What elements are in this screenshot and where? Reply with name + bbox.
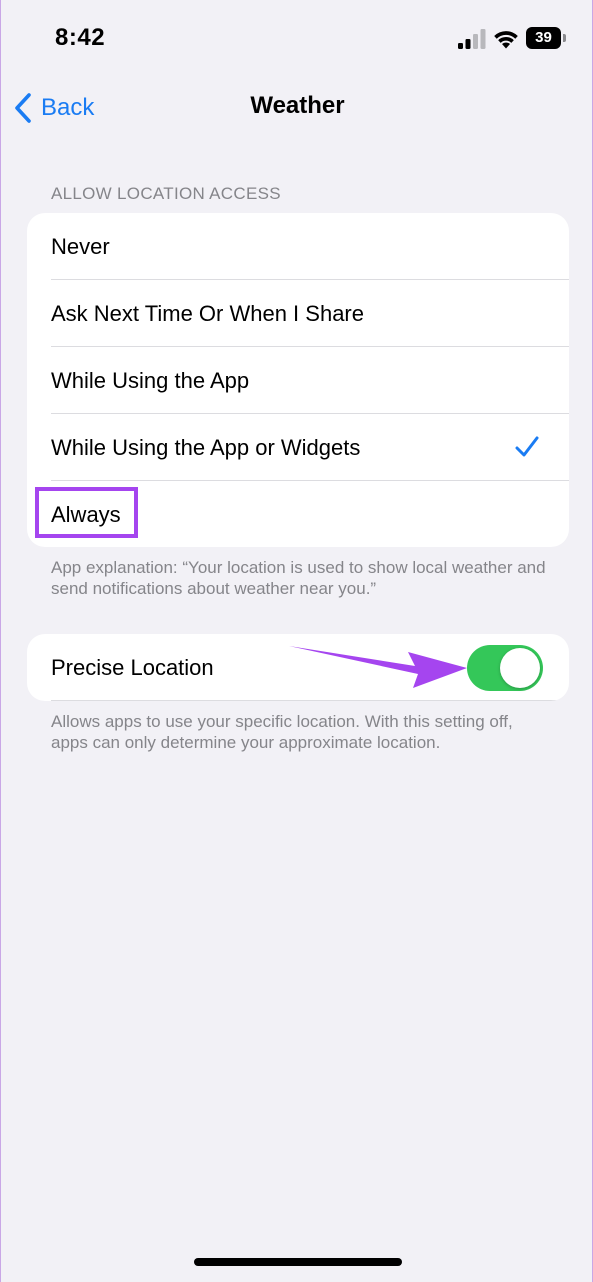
precise-location-label: Precise Location	[51, 654, 214, 680]
option-never[interactable]: Never	[27, 213, 569, 280]
cellular-signal-icon	[458, 29, 486, 49]
navigation-bar: Weather Back	[1, 80, 593, 136]
back-button[interactable]: Back	[13, 88, 94, 128]
checkmark-icon	[515, 436, 539, 457]
status-bar: 8:42 39	[1, 0, 593, 80]
chevron-left-icon	[15, 93, 31, 123]
option-while-using-app-or-widgets[interactable]: While Using the App or Widgets	[27, 414, 569, 481]
battery-tip	[563, 34, 566, 42]
option-label: Never	[51, 233, 110, 259]
wifi-icon	[494, 31, 518, 49]
back-button-label: Back	[41, 94, 95, 121]
battery-level: 39	[526, 27, 561, 49]
status-time: 8:42	[55, 24, 106, 51]
precise-location-toggle[interactable]	[467, 645, 543, 691]
annotation-arrow-icon	[289, 646, 467, 688]
option-ask-next-time[interactable]: Ask Next Time Or When I Share	[27, 280, 569, 347]
toggle-knob	[500, 648, 540, 688]
annotation-highlight-box	[35, 487, 138, 538]
option-label: While Using the App or Widgets	[51, 434, 361, 460]
battery-icon: 39	[526, 27, 566, 49]
option-label: While Using the App	[51, 367, 250, 393]
option-while-using-app[interactable]: While Using the App	[27, 347, 569, 414]
app-explanation-text: App explanation: “Your location is used …	[51, 558, 546, 598]
section-header-location-access: ALLOW LOCATION ACCESS	[51, 184, 281, 203]
option-label: Ask Next Time Or When I Share	[51, 300, 364, 326]
home-indicator[interactable]	[194, 1258, 402, 1266]
precise-location-footer-text: Allows apps to use your specific locatio…	[51, 712, 513, 752]
